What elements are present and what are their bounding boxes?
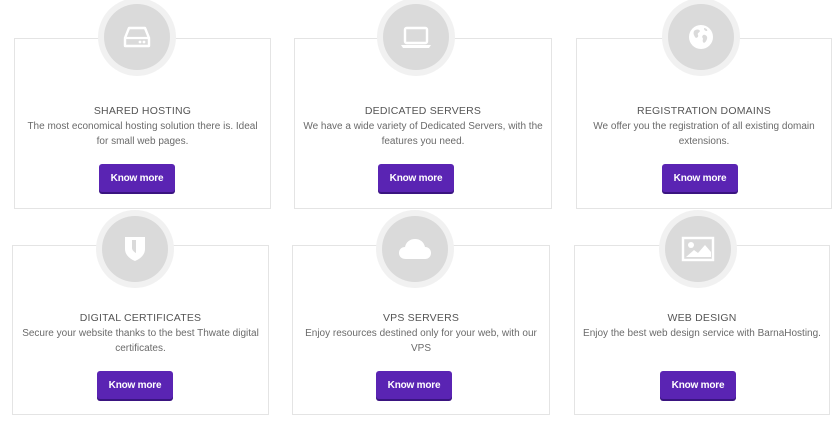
know-more-button[interactable]: Know more: [99, 164, 175, 192]
service-description: Enjoy resources destined only for your w…: [305, 328, 537, 354]
service-title: WEB DESIGN: [667, 312, 737, 324]
know-more-button[interactable]: Know more: [97, 371, 173, 399]
service-title: SHARED HOSTING: [93, 105, 192, 117]
service-icon-badge: [662, 0, 740, 76]
shield-icon: [125, 237, 145, 261]
service-title: DIGITAL CERTIFICATES: [79, 312, 202, 324]
service-title: REGISTRATION DOMAINS: [637, 105, 771, 117]
service-title: VPS SERVERS: [382, 312, 460, 324]
service-icon-badge: [98, 0, 176, 76]
service-description: We have a wide variety of Dedicated Serv…: [303, 121, 543, 147]
hard-drive-icon: [123, 26, 151, 48]
know-more-button[interactable]: Know more: [662, 164, 738, 192]
globe-icon: [689, 25, 713, 49]
service-icon-badge: [376, 210, 454, 288]
image-icon: [681, 236, 715, 262]
laptop-icon: [401, 26, 431, 48]
service-icon-badge: [377, 0, 455, 76]
cloud-icon: [399, 239, 431, 259]
service-description: The most economical hosting solution the…: [27, 121, 258, 147]
know-more-button[interactable]: Know more: [660, 371, 736, 399]
service-description: Secure your website thanks to the best T…: [22, 328, 259, 354]
know-more-button[interactable]: Know more: [376, 371, 452, 399]
service-description: We offer you the registration of all exi…: [593, 121, 815, 147]
service-description: Enjoy the best web design service with B…: [583, 328, 821, 339]
service-title: DEDICATED SERVERS: [364, 105, 482, 117]
know-more-button[interactable]: Know more: [378, 164, 454, 192]
service-icon-badge: [659, 210, 737, 288]
service-icon-badge: [96, 210, 174, 288]
